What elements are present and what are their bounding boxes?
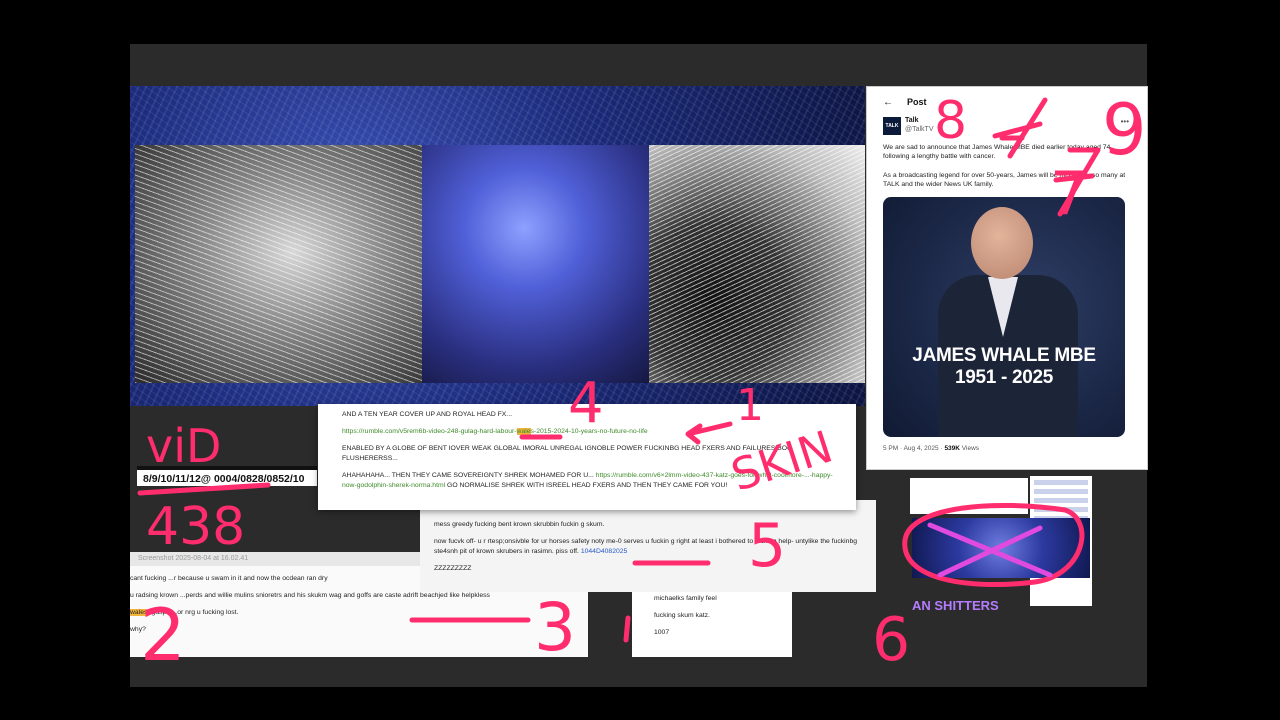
document-1-body: AND A TEN YEAR COVER UP AND ROYAL HEAD F… xyxy=(342,410,842,498)
tweet-post-panel: ← Post TALK Talk @TalkTV ••• We are sad … xyxy=(866,86,1148,470)
photo-woman-in-fur xyxy=(135,145,422,383)
doc4-line-2: fucking skum katz. xyxy=(654,612,710,619)
document-window-1: AND A TEN YEAR COVER UP AND ROYAL HEAD F… xyxy=(318,404,856,510)
doc1-link-1[interactable]: https://rumble.com/v5rem6b-video-248-gul… xyxy=(342,427,842,437)
doc3-highlight: wales xyxy=(130,609,148,616)
doc3-line-2: u radsing krown ...perds and willie muli… xyxy=(130,592,490,599)
date-label-strip: 8/9/10/11/12@ 0004/0828/0852/10 xyxy=(137,466,317,486)
doc1-line-1: AND A TEN YEAR COVER UP AND ROYAL HEAD F… xyxy=(342,411,512,418)
tweet-image-card[interactable]: JAMES WHALE MBE 1951 - 2025 xyxy=(883,197,1125,437)
doc2-line-1: mess greedy fucking bent krown skrubbin … xyxy=(434,521,605,528)
arrow-left-icon[interactable]: ← xyxy=(883,97,893,108)
doc1-line-3-pre: AHAHAHAHA... THEN THEY CAME SOVEREIGNTY … xyxy=(342,472,594,479)
tweet-footer: 5 PM · Aug 4, 2025 · 539K Views xyxy=(883,445,979,452)
doc2-line-2: now fucvk off- u r rtesp;onsivble for ur… xyxy=(434,537,864,557)
portrait-face xyxy=(971,207,1033,279)
doc2-line-3: ZZZZZZZZZ xyxy=(434,565,472,572)
photo-blue-silhouette xyxy=(422,145,649,383)
document-window-2: mess greedy fucking bent krown skrubbin … xyxy=(420,500,876,592)
doc1-link-1-post[interactable]: s-2015-2024-10-years-no-future-no-life xyxy=(531,428,648,435)
account-handle[interactable]: @TalkTV xyxy=(905,126,934,133)
card-name: JAMES WHALE MBE xyxy=(912,345,1096,366)
photo-fur-closeup xyxy=(649,145,865,383)
account-name[interactable]: Talk xyxy=(905,117,919,124)
doc1-link-1-highlight[interactable]: wale xyxy=(516,428,531,435)
document-2-body: mess greedy fucking bent krown skrubbin … xyxy=(434,520,864,581)
doc3-line-4: why? xyxy=(130,626,146,633)
tweet-views-count: 539K xyxy=(944,445,960,452)
doc3-line-3-text: - gaspin...or nrg u fucking lost. xyxy=(147,609,239,616)
doc1-line-2: ENABLED BY A GLOBE OF BENT IOVER WEAK GL… xyxy=(342,445,793,462)
doc2-line-2-text: now fucvk off- u r rtesp;onsivble for ur… xyxy=(434,538,858,555)
doc4-line-3: 1007 xyxy=(654,629,670,636)
document-4-body: anythin to do with selfish fuckers who w… xyxy=(654,584,790,645)
tweet-text-paragraph-1: We are sad to announce that James Whale … xyxy=(883,144,1113,160)
card-years: 1951 - 2025 xyxy=(954,367,1054,388)
thumbnail-label: AN SHITTERS xyxy=(912,598,999,613)
talk-logo[interactable]: TALK xyxy=(883,117,901,135)
tweet-text-paragraph-2: As a broadcasting legend for over 50-yea… xyxy=(883,172,1126,188)
tweet-timestamp: 5 PM · Aug 4, 2025 · xyxy=(883,445,943,452)
doc1-line-3: AHAHAHAHA... THEN THEY CAME SOVEREIGNTY … xyxy=(342,471,842,491)
doc1-line-3-post: GO NORMALISE SHREK WITH ISREEL HEAD FXER… xyxy=(447,482,728,489)
more-options-icon[interactable]: ••• xyxy=(1121,117,1129,126)
tweet-views-label: Views xyxy=(961,445,980,452)
doc1-link-1-pre[interactable]: https://rumble.com/v5rem6b-video-248-gul… xyxy=(342,428,517,435)
post-title: Post xyxy=(907,97,927,107)
thumbnail-document xyxy=(910,478,1028,514)
doc2-code: 1044D4082025 xyxy=(580,548,628,555)
thumbnail-image[interactable] xyxy=(912,518,1090,578)
doc3-line-3: wales- gaspin...or nrg u fucking lost. xyxy=(130,608,588,618)
